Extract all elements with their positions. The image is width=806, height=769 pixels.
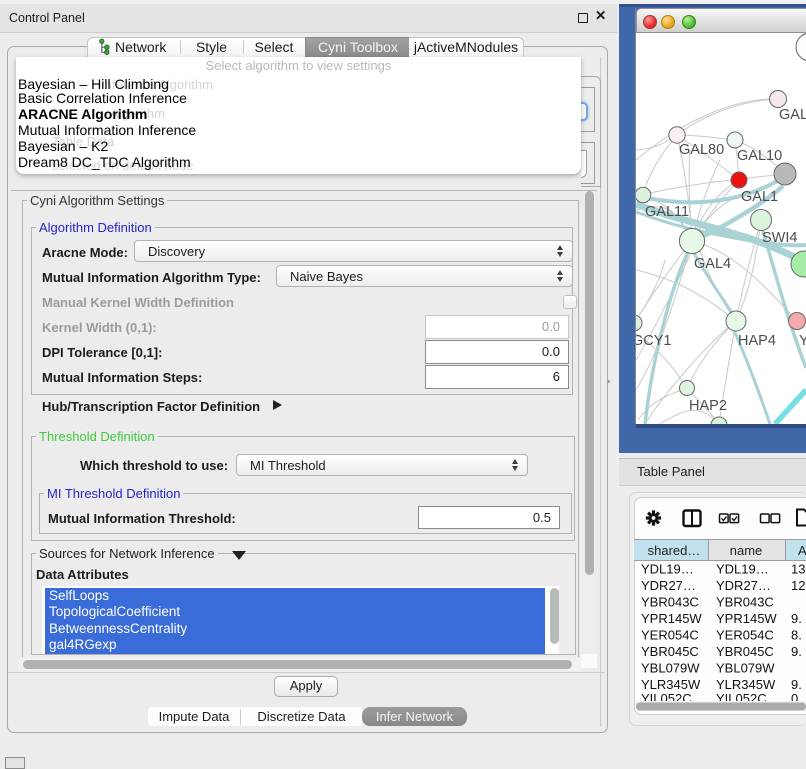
svg-text:YPR145W: YPR145W: [716, 611, 777, 626]
svg-text:SWI4: SWI4: [762, 230, 797, 246]
svg-text:YDL19…: YDL19…: [641, 562, 694, 577]
svg-text:YBR045C: YBR045C: [716, 644, 774, 659]
svg-text:GAL80: GAL80: [679, 142, 724, 158]
svg-text:12: 12: [791, 578, 805, 593]
svg-text:13: 13: [791, 562, 805, 577]
svg-text:YLR345W: YLR345W: [716, 677, 776, 692]
svg-text:YDL19…: YDL19…: [716, 562, 769, 577]
svg-text:YPR145W: YPR145W: [641, 611, 702, 626]
svg-text:YDR27…: YDR27…: [641, 578, 696, 593]
svg-text:9.: 9.: [791, 611, 802, 626]
svg-text:YBR043C: YBR043C: [641, 595, 699, 610]
svg-text:YDR27…: YDR27…: [716, 578, 771, 593]
svg-text:GAL4: GAL4: [694, 256, 731, 272]
svg-text:GAL10: GAL10: [737, 148, 782, 164]
svg-text:YBL079W: YBL079W: [641, 661, 700, 676]
svg-text:HAP4: HAP4: [738, 333, 776, 349]
svg-text:GCY1: GCY1: [636, 333, 672, 349]
svg-text:shared…: shared…: [648, 543, 701, 558]
svg-text:YLR345W: YLR345W: [641, 677, 701, 692]
svg-text:A: A: [798, 543, 806, 558]
svg-text:GAL1: GAL1: [741, 189, 778, 205]
svg-text:YBL079W: YBL079W: [716, 661, 775, 676]
svg-text:HAP2: HAP2: [689, 398, 727, 414]
svg-text:9.: 9.: [791, 644, 802, 659]
svg-text:8.: 8.: [791, 628, 802, 643]
svg-text:Y: Y: [799, 333, 806, 349]
svg-text:name: name: [730, 543, 763, 558]
svg-text:GAL7: GAL7: [779, 107, 806, 123]
svg-text:9.: 9.: [791, 677, 802, 692]
svg-text:YER054C: YER054C: [716, 628, 774, 643]
svg-text:YBR045C: YBR045C: [641, 644, 699, 659]
svg-text:GAL11: GAL11: [645, 204, 689, 220]
svg-text:YBR043C: YBR043C: [716, 595, 774, 610]
svg-text:YER054C: YER054C: [641, 628, 699, 643]
